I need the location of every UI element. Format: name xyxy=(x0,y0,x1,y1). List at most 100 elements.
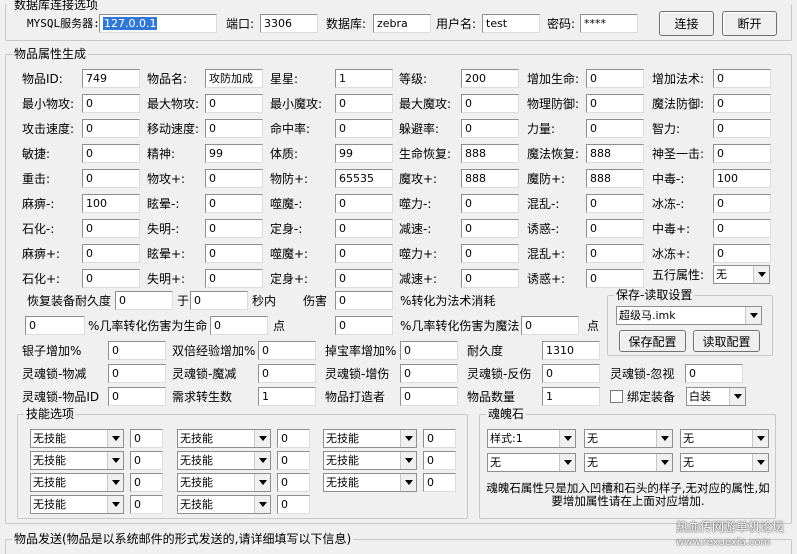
attr-input[interactable]: 0 xyxy=(335,194,393,213)
extra-attr-input[interactable]: 0 xyxy=(400,364,458,383)
attr-input[interactable]: 99 xyxy=(335,144,393,163)
extra-attr-input[interactable]: 0 xyxy=(108,387,166,406)
restore-durability-input[interactable]: 0 xyxy=(115,291,173,310)
extra-attr-input[interactable]: 0 xyxy=(108,364,166,383)
skill-select[interactable]: 无技能 xyxy=(323,451,417,470)
skill-level-input[interactable]: 0 xyxy=(130,473,163,492)
attr-input[interactable]: 0 xyxy=(205,269,263,288)
skill-level-input[interactable]: 0 xyxy=(277,429,310,448)
attr-input[interactable]: 0 xyxy=(205,119,263,138)
load-config-button[interactable]: 读取配置 xyxy=(693,330,760,352)
attr-input[interactable]: 100 xyxy=(713,169,771,188)
server-input[interactable]: 127.0.0.1 xyxy=(99,14,217,33)
attr-input[interactable]: 0 xyxy=(82,244,140,263)
password-input[interactable]: **** xyxy=(580,14,638,33)
soul-stone-select[interactable]: 样式:1 xyxy=(487,429,576,448)
attr-input[interactable]: 0 xyxy=(586,69,644,88)
skill-level-input[interactable]: 0 xyxy=(277,451,310,470)
skill-select[interactable]: 无技能 xyxy=(177,429,271,448)
disconnect-button[interactable]: 断开 xyxy=(722,11,777,36)
attr-input[interactable]: 0 xyxy=(586,269,644,288)
bind-equipment-checkbox[interactable] xyxy=(610,390,623,403)
extra-attr-input[interactable]: 1310 xyxy=(542,341,600,360)
soul-stone-select[interactable]: 无 xyxy=(680,453,769,472)
attr-input[interactable]: 0 xyxy=(713,219,771,238)
attr-input[interactable]: 0 xyxy=(713,194,771,213)
attr-input[interactable]: 100 xyxy=(82,194,140,213)
attr-input[interactable]: 0 xyxy=(461,194,519,213)
soul-stone-select[interactable]: 无 xyxy=(584,453,673,472)
attr-input[interactable]: 749 xyxy=(82,69,140,88)
hp-conversion-chance-input[interactable]: 0 xyxy=(25,316,85,335)
attr-input[interactable]: 0 xyxy=(205,219,263,238)
attr-input[interactable]: 0 xyxy=(82,169,140,188)
attr-input[interactable]: 0 xyxy=(205,169,263,188)
attr-input[interactable]: 0 xyxy=(82,119,140,138)
attr-input[interactable]: 888 xyxy=(586,144,644,163)
extra-attr-input[interactable]: 0 xyxy=(258,341,316,360)
attr-input[interactable]: 0 xyxy=(713,119,771,138)
attr-input[interactable]: 0 xyxy=(461,219,519,238)
skill-level-input[interactable]: 0 xyxy=(130,451,163,470)
attr-input[interactable]: 0 xyxy=(586,194,644,213)
attr-input[interactable]: 0 xyxy=(461,119,519,138)
extra-attr-input[interactable]: 1 xyxy=(542,387,600,406)
config-file-select[interactable]: 超级马.imk xyxy=(616,306,762,325)
hp-conversion-points-input[interactable]: 0 xyxy=(210,316,268,335)
skill-select[interactable]: 无技能 xyxy=(323,429,417,448)
skill-select[interactable]: 无技能 xyxy=(323,473,417,492)
skill-select[interactable]: 无技能 xyxy=(177,495,271,514)
attr-input[interactable]: 0 xyxy=(461,244,519,263)
damage-input[interactable]: 0 xyxy=(335,291,393,310)
restore-seconds-input[interactable]: 0 xyxy=(190,291,248,310)
mp-conversion-points-input[interactable]: 0 xyxy=(521,316,579,335)
attr-input[interactable]: 0 xyxy=(713,244,771,263)
attr-input[interactable]: 0 xyxy=(335,119,393,138)
mp-conversion-chance-input[interactable]: 0 xyxy=(335,316,393,335)
extra-attr-input[interactable]: 0 xyxy=(108,341,166,360)
attr-input[interactable]: 99 xyxy=(205,144,263,163)
attr-input[interactable]: 200 xyxy=(461,69,519,88)
attr-input[interactable]: 0 xyxy=(713,94,771,113)
connect-button[interactable]: 连接 xyxy=(659,11,714,36)
skill-level-input[interactable]: 0 xyxy=(130,495,163,514)
attr-input[interactable]: 0 xyxy=(335,94,393,113)
skill-level-input[interactable]: 0 xyxy=(277,495,310,514)
extra-attr-input[interactable]: 0 xyxy=(542,364,600,383)
user-input[interactable]: test xyxy=(482,14,540,33)
attr-input[interactable]: 攻防加成 xyxy=(205,69,263,88)
attr-input[interactable]: 1 xyxy=(335,69,393,88)
skill-select[interactable]: 无技能 xyxy=(30,473,124,492)
attr-input[interactable]: 65535 xyxy=(335,169,393,188)
port-input[interactable]: 3306 xyxy=(260,14,318,33)
attr-input[interactable]: 0 xyxy=(335,219,393,238)
attr-input[interactable]: 0 xyxy=(586,219,644,238)
attr-input[interactable]: 0 xyxy=(586,94,644,113)
attr-input[interactable]: 0 xyxy=(205,194,263,213)
attr-input[interactable]: 0 xyxy=(461,269,519,288)
attr-input[interactable]: 0 xyxy=(82,269,140,288)
attr-input[interactable]: 888 xyxy=(586,169,644,188)
soul-stone-select[interactable]: 无 xyxy=(680,429,769,448)
skill-level-input[interactable]: 0 xyxy=(277,473,310,492)
skill-select[interactable]: 无技能 xyxy=(177,451,271,470)
attr-input[interactable]: 0 xyxy=(82,219,140,238)
five-element-select[interactable]: 无 xyxy=(713,265,770,284)
attr-input[interactable]: 0 xyxy=(713,144,771,163)
attr-input[interactable]: 0 xyxy=(586,119,644,138)
extra-attr-input[interactable]: 0 xyxy=(400,387,458,406)
attr-input[interactable]: 0 xyxy=(713,69,771,88)
skill-select[interactable]: 无技能 xyxy=(30,495,124,514)
attr-input[interactable]: 0 xyxy=(586,244,644,263)
soul-stone-select[interactable]: 无 xyxy=(487,453,576,472)
save-config-button[interactable]: 保存配置 xyxy=(619,330,686,352)
skill-level-input[interactable]: 0 xyxy=(423,429,456,448)
skill-level-input[interactable]: 0 xyxy=(423,451,456,470)
extra-attr-input[interactable]: 0 xyxy=(685,364,743,383)
attr-input[interactable]: 0 xyxy=(335,269,393,288)
skill-level-input[interactable]: 0 xyxy=(130,429,163,448)
skill-select[interactable]: 无技能 xyxy=(30,451,124,470)
attr-input[interactable]: 0 xyxy=(205,94,263,113)
extra-attr-input[interactable]: 1 xyxy=(258,387,316,406)
attr-input[interactable]: 0 xyxy=(205,244,263,263)
